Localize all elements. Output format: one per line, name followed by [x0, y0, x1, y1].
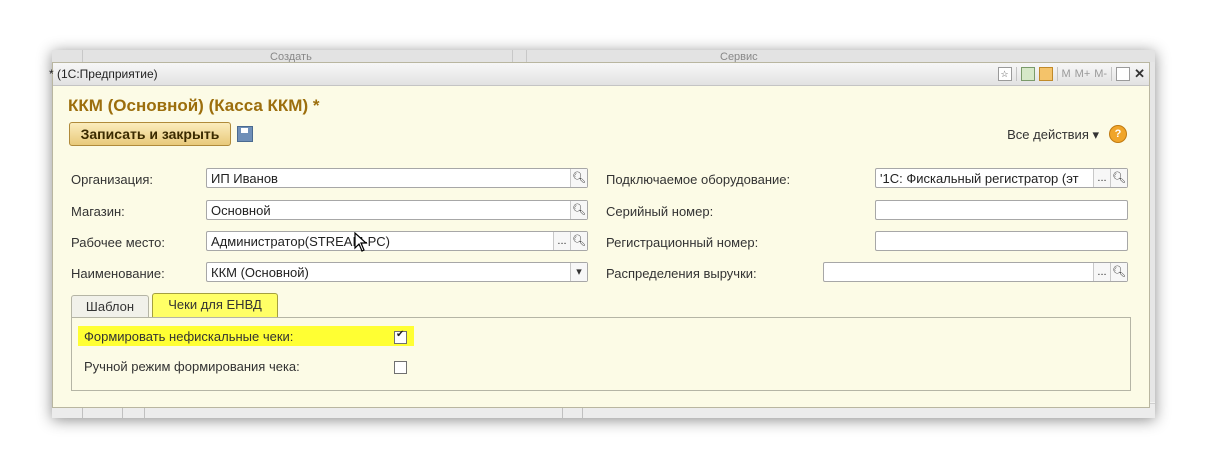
organization-value: ИП Иванов — [211, 171, 278, 186]
organization-label: Организация: — [71, 172, 154, 187]
all-actions-menu[interactable]: Все действия ▾ — [1007, 127, 1099, 143]
memory-plus-button[interactable]: M+ — [1075, 68, 1091, 80]
equipment-field[interactable]: '1С: Фискальный регистратор (эт ... 🔍︎ — [875, 168, 1128, 188]
name-field[interactable]: ККМ (Основной) ▾ — [206, 262, 588, 282]
form-window: * (1С:Предприятие) ☆ M M+ M- ✕ ККМ (Осно… — [49, 62, 1150, 408]
manual-mode-checkbox[interactable] — [394, 361, 407, 374]
name-label: Наименование: — [71, 266, 165, 281]
calendar-icon[interactable] — [1038, 67, 1053, 81]
separator — [526, 50, 527, 62]
registration-number-field[interactable] — [875, 231, 1128, 251]
search-icon[interactable]: 🔍︎ — [1110, 169, 1127, 187]
store-value: Основной — [211, 203, 271, 218]
mouse-cursor-icon — [354, 232, 368, 252]
separator — [1056, 67, 1058, 81]
save-icon[interactable] — [237, 126, 253, 142]
select-button[interactable]: ... — [553, 232, 570, 250]
form-title: ККМ (Основной) (Касса ККМ) * — [68, 96, 320, 115]
equipment-label: Подключаемое оборудование: — [606, 172, 791, 187]
separator — [82, 50, 83, 62]
separator — [512, 50, 513, 62]
chevron-down-icon[interactable]: ▾ — [570, 263, 587, 281]
calculator-icon[interactable] — [1020, 67, 1035, 81]
search-icon[interactable]: 🔍︎ — [570, 201, 587, 219]
search-icon[interactable]: 🔍︎ — [570, 169, 587, 187]
registration-number-label: Регистрационный номер: — [606, 235, 759, 250]
close-icon[interactable]: ✕ — [1134, 66, 1145, 82]
window-titlebar: * (1С:Предприятие) ☆ M M+ M- ✕ — [49, 63, 1149, 86]
save-and-close-button[interactable]: Записать и закрыть — [69, 122, 231, 146]
memory-minus-button[interactable]: M- — [1094, 68, 1107, 80]
memory-button[interactable]: M — [1062, 68, 1071, 80]
equipment-value: '1С: Фискальный регистратор (эт — [880, 171, 1079, 186]
name-value: ККМ (Основной) — [211, 265, 309, 280]
select-button[interactable]: ... — [1093, 169, 1110, 187]
organization-field[interactable]: ИП Иванов 🔍︎ — [206, 168, 588, 188]
tab-panel: Формировать нефискальные чеки: Ручной ре… — [71, 317, 1131, 391]
serial-number-label: Серийный номер: — [606, 204, 714, 219]
nonfiscal-checks-label: Формировать нефискальные чеки: — [84, 329, 294, 344]
help-icon[interactable]: ? — [1109, 125, 1127, 143]
serial-number-field[interactable] — [875, 200, 1128, 220]
window-title: * (1С:Предприятие) — [49, 67, 158, 81]
store-label: Магазин: — [71, 204, 125, 219]
tab-envd-receipts[interactable]: Чеки для ЕНВД — [152, 293, 278, 318]
store-field[interactable]: Основной 🔍︎ — [206, 200, 588, 220]
select-button[interactable]: ... — [1093, 263, 1110, 281]
workplace-value: Администратор(STREAM-PC) — [211, 234, 391, 249]
revenue-distribution-field[interactable]: ... 🔍︎ — [823, 262, 1128, 282]
search-icon[interactable]: 🔍︎ — [570, 232, 587, 250]
separator — [1015, 67, 1017, 81]
workplace-field[interactable]: Администратор(STREAM-PC) ... 🔍︎ — [206, 231, 588, 251]
revenue-distribution-label: Распределения выручки: — [606, 266, 757, 281]
search-icon[interactable]: 🔍︎ — [1110, 263, 1127, 281]
titlebar-tools: ☆ M M+ M- ✕ — [997, 65, 1145, 83]
nonfiscal-checks-checkbox[interactable] — [394, 329, 407, 344]
separator — [1111, 67, 1113, 81]
favorite-icon[interactable]: ☆ — [997, 67, 1012, 81]
manual-mode-label: Ручной режим формирования чека: — [84, 359, 300, 374]
tab-template[interactable]: Шаблон — [71, 295, 149, 318]
maximize-icon[interactable] — [1116, 67, 1131, 81]
workplace-label: Рабочее место: — [71, 235, 166, 250]
